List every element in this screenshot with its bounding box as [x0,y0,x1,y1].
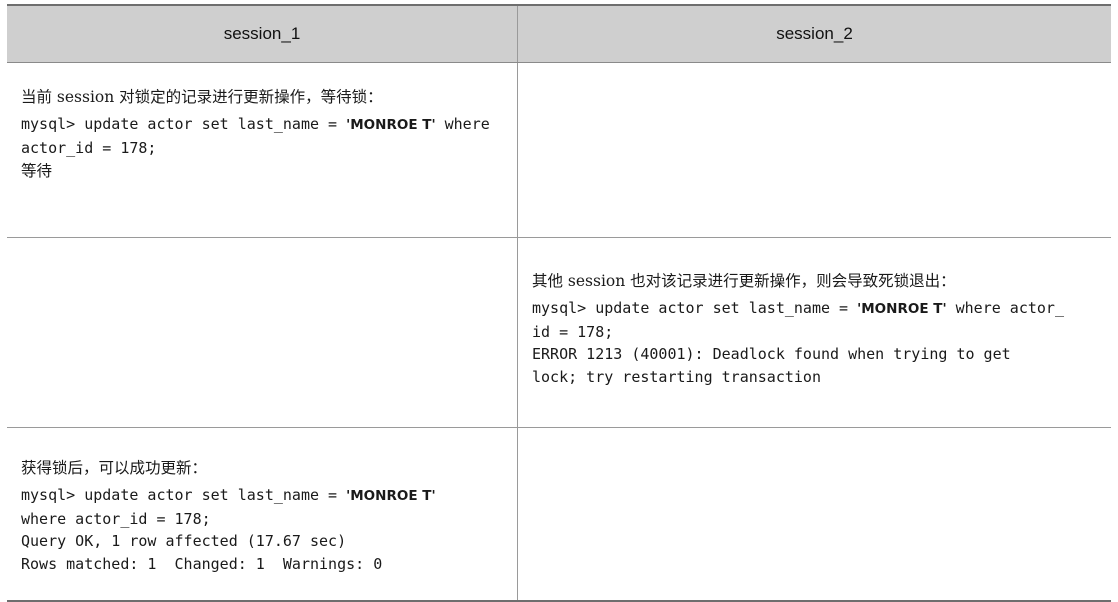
sql-command: mysql> update actor set last_name = 'MON… [21,486,436,504]
wait-status: 等待 [21,162,53,180]
table-row: 当前 session 对锁定的记录进行更新操作，等待锁： mysql> upda… [7,63,1111,238]
query-result-stats: Rows matched: 1 Changed: 1 Warnings: 0 [21,554,383,573]
sql-command: mysql> update actor set last_name = 'MON… [532,299,1064,317]
session-1-cell [7,238,518,427]
session-2-cell: 其他 session 也对该记录进行更新操作，则会导致死锁退出： mysql> … [518,238,1111,427]
session-2-cell [518,63,1111,237]
session-1-cell: 获得锁后，可以成功更新： mysql> update actor set las… [7,428,518,600]
session-table: session_1 session_2 当前 session 对锁定的记录进行更… [7,4,1111,602]
table-row: 获得锁后，可以成功更新： mysql> update actor set las… [7,428,1111,600]
session-1-cell: 当前 session 对锁定的记录进行更新操作，等待锁： mysql> upda… [7,63,518,237]
header-session-2: session_2 [776,24,853,43]
sql-command-cont: actor_id = 178; [21,138,157,157]
step-description: 获得锁后，可以成功更新： [21,459,208,477]
sql-command: mysql> update actor set last_name = 'MON… [21,115,490,133]
sql-command-cont: where actor_id = 178; [21,509,211,528]
sql-command-cont: id = 178; [532,322,614,341]
header-session-1: session_1 [7,6,518,62]
step-description: 当前 session 对锁定的记录进行更新操作，等待锁： [21,88,383,106]
table-row: 其他 session 也对该记录进行更新操作，则会导致死锁退出： mysql> … [7,238,1111,428]
session-2-cell [518,428,1111,600]
error-message: ERROR 1213 (40001): Deadlock found when … [532,345,1011,363]
step-description: 其他 session 也对该记录进行更新操作，则会导致死锁退出： [532,272,956,290]
table-header-row: session_1 session_2 [7,6,1111,63]
query-result: Query OK, 1 row affected (17.67 sec) [21,532,347,550]
error-message-cont: lock; try restarting transaction [532,367,821,386]
